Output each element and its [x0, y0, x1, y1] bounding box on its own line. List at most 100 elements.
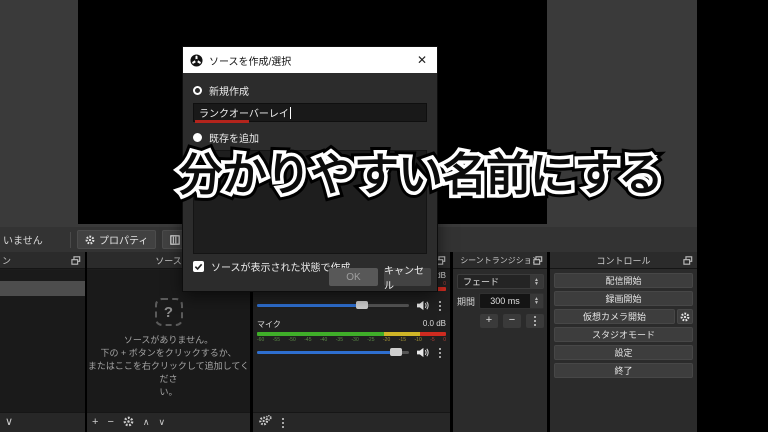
question-mark-icon: ? [155, 298, 183, 326]
dialog-titlebar[interactable]: ソースを作成/選択 ✕ [183, 47, 437, 73]
empty-text-line: い。 [87, 386, 250, 399]
cancel-button[interactable]: キャンセル [384, 268, 431, 286]
scenes-dock-toolbar: ∨ [0, 412, 85, 432]
source-name-input[interactable]: ランクオーバーレイ [193, 103, 427, 122]
toolbar-separator [70, 232, 71, 248]
caption-text: 分かりやすい名前にする [178, 138, 662, 203]
selected-scene-row[interactable] [0, 281, 85, 296]
scenes-dock-header[interactable]: ン [0, 252, 85, 269]
virtual-camera-settings-button[interactable] [677, 309, 693, 324]
db-tick-label: -60 [257, 337, 264, 343]
empty-text-line: ソースがありません。 [87, 334, 250, 347]
popout-icon[interactable] [71, 256, 81, 267]
db-tick-label: -10 [415, 337, 422, 343]
red-underline-annotation [195, 120, 249, 123]
source-properties-button[interactable] [123, 416, 134, 430]
create-new-radio[interactable]: 新規作成 [193, 82, 427, 98]
controls-body: 配信開始 録画開始 仮想カメラ開始 スタジオモード 設定 終了 [550, 270, 697, 412]
controls-dock: コントロール 配信開始 録画開始 仮想カメラ開始 スタジオモード 設定 終了 [550, 252, 697, 432]
empty-text-line: またはここを右クリックして追加してくださ [87, 360, 250, 386]
exit-button[interactable]: 終了 [554, 363, 693, 378]
sources-dock-toolbar: + − ∧ ∨ [87, 412, 250, 432]
transition-select[interactable]: フェード ▲▼ [457, 274, 544, 289]
spin-arrows-icon[interactable]: ▲▼ [530, 294, 543, 308]
settings-button[interactable]: 設定 [554, 345, 693, 360]
transitions-body: フェード ▲▼ 期間 300 ms ▲▼ + − [453, 270, 547, 412]
properties-button[interactable]: プロパティ [77, 230, 156, 249]
scene-move-down-button[interactable]: ∨ [5, 417, 13, 428]
slider-fill [257, 304, 363, 307]
advanced-audio-button[interactable] [259, 415, 272, 430]
volume-slider[interactable] [257, 351, 409, 354]
meter-yellow-zone [384, 332, 420, 336]
mixer-menu-button[interactable] [282, 418, 284, 428]
slider-fill [257, 351, 397, 354]
slider-thumb[interactable] [390, 348, 402, 356]
meter-red-zone [420, 332, 446, 336]
transition-menu-button[interactable] [526, 314, 544, 328]
close-icon[interactable]: ✕ [414, 53, 430, 67]
volume-slider[interactable] [257, 304, 409, 307]
dialog-title: ソースを作成/選択 [209, 53, 414, 68]
channel-name: マイク [257, 319, 281, 330]
ok-button[interactable]: OK [329, 268, 378, 286]
gear-icon [680, 312, 690, 322]
obs-screenshot: いません プロパティ フィルタ ン ∨ ソース [0, 0, 768, 432]
mixer-channel-mic: マイク 0.0 dB -60-55-50-45-40-35-30-25-20-1… [257, 319, 446, 358]
db-tick-label: -55 [273, 337, 280, 343]
controls-dock-header[interactable]: コントロール [550, 252, 697, 269]
db-tick-label: -30 [352, 337, 359, 343]
transition-buttons: + − [453, 314, 544, 328]
transitions-dock-header[interactable]: シーントランジション [453, 252, 547, 269]
add-source-button[interactable]: + [92, 417, 98, 428]
studio-mode-button[interactable]: スタジオモード [554, 327, 693, 342]
checkbox-checked-icon [193, 261, 204, 272]
filter-icon [170, 235, 180, 245]
no-source-status-text: いません [0, 232, 70, 247]
controls-dock-title: コントロール [550, 254, 697, 267]
duration-label: 期間 [457, 295, 475, 308]
source-list-empty-area[interactable]: ? ソースがありません。 下の + ボタンをクリックするか、 またはここを右クリ… [87, 270, 250, 412]
double-gear-icon [259, 415, 272, 427]
meter-green-zone [257, 332, 384, 336]
speaker-icon[interactable] [416, 347, 429, 358]
gear-icon [85, 235, 95, 245]
mixer-dock-toolbar [253, 412, 450, 432]
duration-value: 300 ms [480, 296, 530, 306]
db-tick-label: -50 [289, 337, 296, 343]
popout-icon[interactable] [683, 256, 693, 267]
slider-thumb[interactable] [356, 301, 368, 309]
channel-menu-button[interactable] [439, 348, 441, 358]
source-name-value: ランクオーバーレイ [199, 105, 289, 120]
add-transition-button[interactable]: + [480, 314, 498, 328]
scene-list[interactable] [0, 270, 85, 412]
db-tick-label: -40 [320, 337, 327, 343]
create-new-label: 新規作成 [209, 83, 249, 98]
duration-spinbox[interactable]: 300 ms ▲▼ [479, 293, 544, 309]
remove-transition-button[interactable]: − [503, 314, 521, 328]
db-tick-label: -5 [430, 337, 434, 343]
transitions-dock: シーントランジション フェード ▲▼ 期間 300 ms ▲▼ + − [453, 252, 547, 432]
db-tick-label: -20 [383, 337, 390, 343]
start-streaming-button[interactable]: 配信開始 [554, 273, 693, 288]
popout-icon[interactable] [533, 256, 543, 267]
db-tick-label: -25 [367, 337, 374, 343]
speaker-icon[interactable] [416, 300, 429, 311]
scenes-dock: ン ∨ [0, 252, 85, 432]
volume-slider-row [257, 300, 446, 311]
transition-selected-value: フェード [458, 275, 530, 288]
channel-db-value: 0.0 dB [423, 319, 446, 330]
properties-label: プロパティ [99, 232, 148, 247]
start-virtual-camera-button[interactable]: 仮想カメラ開始 [554, 309, 675, 324]
text-caret [290, 107, 291, 119]
remove-source-button[interactable]: − [107, 417, 113, 428]
channel-menu-button[interactable] [439, 301, 441, 311]
source-move-up-button[interactable]: ∧ [143, 418, 150, 427]
popout-icon[interactable] [436, 256, 446, 267]
source-move-down-button[interactable]: ∨ [158, 418, 165, 427]
radio-selected-icon [193, 86, 202, 95]
db-tick-label: -35 [336, 337, 343, 343]
db-tick-label: 0 [443, 337, 446, 343]
start-recording-button[interactable]: 録画開始 [554, 291, 693, 306]
empty-text-line: 下の + ボタンをクリックするか、 [87, 347, 250, 360]
